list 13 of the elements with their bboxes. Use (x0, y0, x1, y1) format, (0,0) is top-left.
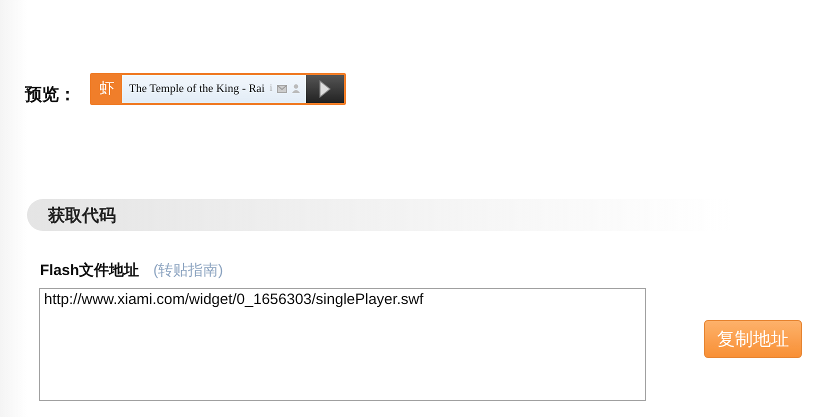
preview-label: 预览： (25, 84, 77, 106)
player-logo: 虾 (98, 79, 116, 99)
mail-icon[interactable] (277, 84, 288, 92)
guide-link[interactable]: (转贴指南) (153, 261, 224, 280)
url-field[interactable]: http://www.xiami.com/widget/0_1656303/singlePlayer.swf (39, 288, 646, 401)
info-button[interactable]: i (270, 83, 272, 94)
play-icon (319, 80, 331, 98)
section-title: 获取代码 (47, 204, 116, 226)
copy-button[interactable]: 复制地址 (704, 320, 802, 358)
play-button[interactable] (306, 74, 344, 102)
field-label: Flash文件地址 (40, 261, 140, 280)
user-icon[interactable] (292, 84, 300, 93)
song-title: The Temple of the King - Rai (129, 82, 265, 94)
